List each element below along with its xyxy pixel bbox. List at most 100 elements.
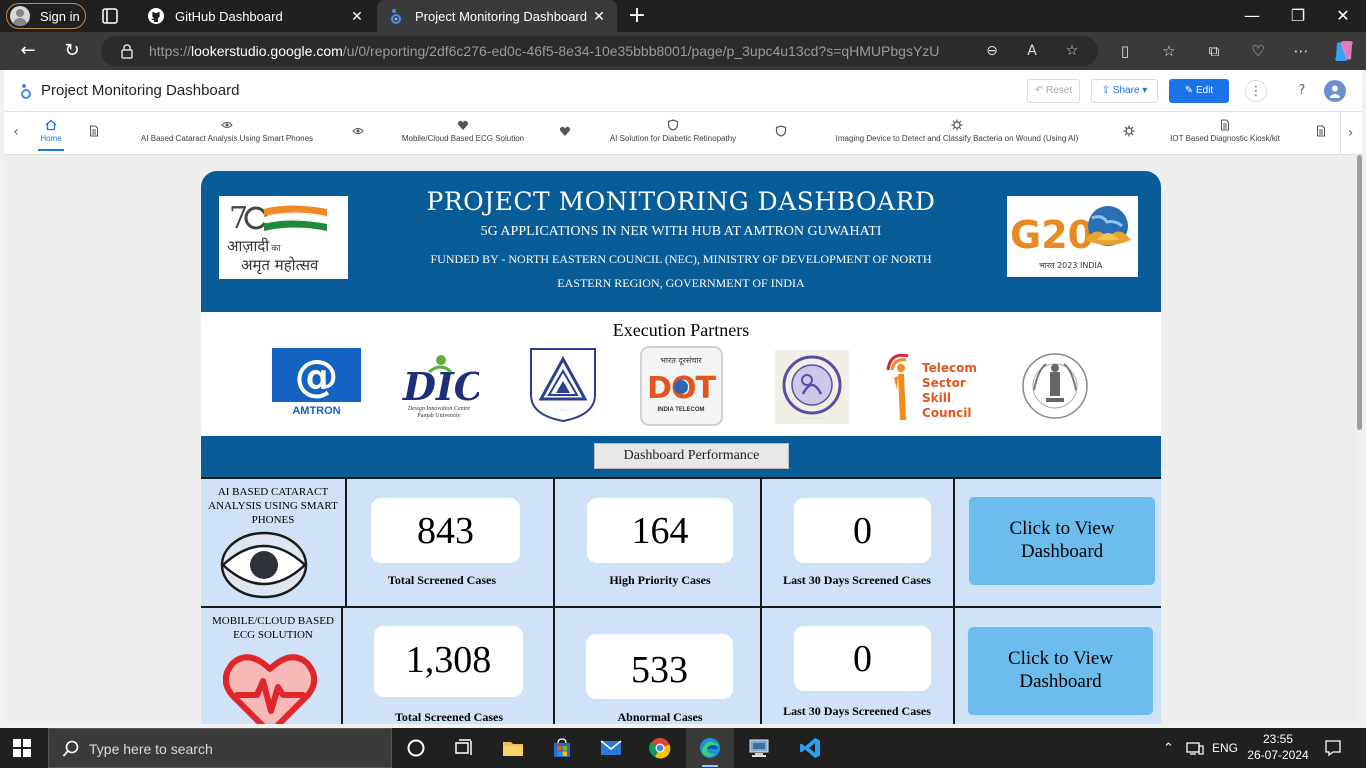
close-tab-icon[interactable]: ✕ bbox=[349, 8, 365, 24]
vscode-icon bbox=[800, 738, 820, 758]
svg-text:· · · · · · · · · · ·: · · · · · · · · · · · bbox=[800, 417, 823, 421]
g20-logo-graphic: G20 भारत 2023 INDIA bbox=[1010, 206, 1131, 270]
mail-button[interactable] bbox=[587, 728, 635, 768]
column-divider bbox=[953, 479, 955, 609]
shield-icon bbox=[667, 119, 679, 131]
scrollbar-thumb[interactable] bbox=[1357, 155, 1362, 430]
nav-prev-icon[interactable]: ‹ bbox=[8, 124, 24, 142]
file-explorer-button[interactable] bbox=[489, 728, 537, 768]
split-screen-icon[interactable]: ▯ bbox=[1116, 42, 1134, 60]
tab-project-monitoring-dashboard[interactable]: Project Monitoring Dashboard ✕ bbox=[377, 0, 617, 32]
report-page-nav: ‹ Home AI Based Cataract Analysis Using … bbox=[4, 112, 1362, 155]
document-icon bbox=[1317, 125, 1325, 137]
chrome-button[interactable] bbox=[636, 728, 684, 768]
column-divider bbox=[345, 479, 347, 609]
sign-in-button[interactable]: Sign in bbox=[6, 3, 86, 29]
metric-card-label: Abnormal Cases bbox=[617, 710, 703, 724]
mail-icon bbox=[600, 740, 622, 755]
report-scrollbar[interactable] bbox=[1357, 155, 1362, 724]
collections-icon[interactable]: ⧉ bbox=[1205, 42, 1223, 60]
svg-text:Panjab University: Panjab University bbox=[417, 413, 460, 419]
reset-button[interactable]: ↶ Reset bbox=[1027, 79, 1080, 103]
language-indicator[interactable]: ENG bbox=[1212, 741, 1238, 755]
remote-desktop-button[interactable] bbox=[735, 728, 783, 768]
svg-text:Skill: Skill bbox=[922, 391, 951, 405]
tab-title: GitHub Dashboard bbox=[175, 8, 283, 24]
project-name: AI BASED CATARACT ANALYSIS USING SMART P… bbox=[208, 486, 338, 526]
metric-card-value: 0 bbox=[794, 626, 931, 691]
browser-essentials-icon[interactable]: ♡ bbox=[1249, 42, 1267, 60]
microsoft-store-button[interactable] bbox=[538, 728, 586, 768]
profile-avatar-icon bbox=[10, 6, 30, 26]
looker-studio-icon bbox=[391, 9, 401, 24]
address-bar[interactable]: https://lookerstudio.google.com/u/0/repo… bbox=[101, 36, 1098, 66]
page-tab-cataract[interactable]: AI Based Cataract Analysis Using Smart P… bbox=[126, 119, 328, 151]
favorite-star-icon[interactable]: ☆ bbox=[1063, 42, 1081, 60]
help-icon[interactable]: ? bbox=[1291, 80, 1313, 102]
column-divider bbox=[760, 608, 762, 724]
heartbeat-icon bbox=[223, 654, 317, 724]
svg-text:AMTRON: AMTRON bbox=[292, 405, 340, 417]
tab-actions-icon[interactable] bbox=[101, 7, 119, 25]
clock-time: 23:55 bbox=[1262, 732, 1294, 746]
view-ecg-dashboard-button[interactable]: Click to View Dashboard bbox=[968, 627, 1153, 715]
alimco-logo: · · · · · · · · · · · bbox=[775, 350, 849, 424]
page-tab-bacteria-imaging[interactable]: Imaging Device to Detect and Classify Ba… bbox=[812, 119, 1102, 151]
account-avatar-icon[interactable] bbox=[1324, 80, 1346, 102]
new-tab-icon[interactable]: + bbox=[627, 5, 647, 27]
dashboard-performance-button[interactable]: Dashboard Performance bbox=[594, 443, 789, 469]
view-cataract-dashboard-button[interactable]: Click to View Dashboard bbox=[969, 497, 1155, 585]
more-options-icon[interactable]: ⋮ bbox=[1245, 80, 1267, 102]
column-divider bbox=[953, 608, 955, 724]
execution-partners: Execution Partners @ AMTRON DIC Design I… bbox=[201, 312, 1161, 436]
show-hidden-icons[interactable]: ⌃ bbox=[1163, 740, 1174, 756]
dot-india-telecom-logo: भारत दूरसंचार DOT INDIA TELECOM bbox=[640, 346, 723, 426]
system-clock[interactable]: 23:55 26-07-2024 bbox=[1246, 731, 1310, 763]
edge-button[interactable] bbox=[686, 728, 734, 768]
more-menu-icon[interactable]: ⋯ bbox=[1292, 42, 1310, 60]
svg-text:Sector: Sector bbox=[922, 376, 966, 390]
search-icon bbox=[62, 740, 79, 757]
notifications-icon[interactable] bbox=[1324, 739, 1342, 757]
task-view-button[interactable] bbox=[440, 728, 488, 768]
url-text: https://lookerstudio.google.com/u/0/repo… bbox=[149, 43, 940, 59]
looker-studio-icon bbox=[21, 84, 31, 99]
share-button[interactable]: ⇪ Share ▾ bbox=[1091, 79, 1158, 103]
github-icon bbox=[148, 8, 164, 24]
vscode-button[interactable] bbox=[786, 728, 834, 768]
page-tab-ecg[interactable]: Mobile/Cloud Based ECG Solution bbox=[390, 119, 536, 151]
restore-icon[interactable]: ❐ bbox=[1275, 0, 1321, 32]
taskbar-search-box[interactable]: Type here to search bbox=[48, 728, 392, 768]
page-tab-retinopathy[interactable]: AI Solution for Diabetic Retinopathy bbox=[596, 119, 750, 151]
dic-panjab-university-logo: DIC Design Innovation Centre Panjab Univ… bbox=[402, 355, 479, 419]
metric-card-value: 164 bbox=[587, 498, 733, 563]
favorites-icon[interactable]: ☆ bbox=[1160, 42, 1178, 60]
edge-icon bbox=[700, 738, 720, 758]
close-window-icon[interactable]: ✕ bbox=[1320, 0, 1366, 32]
minimize-icon[interactable]: — bbox=[1229, 0, 1275, 32]
network-icon[interactable] bbox=[1186, 740, 1204, 756]
zoom-out-icon[interactable]: ⊖ bbox=[983, 42, 1001, 60]
nav-next-icon[interactable]: › bbox=[1340, 112, 1360, 154]
amtron-logo: @ AMTRON bbox=[272, 348, 361, 418]
tab-github-dashboard[interactable]: GitHub Dashboard ✕ bbox=[137, 0, 375, 32]
page-tab-home[interactable]: Home bbox=[38, 119, 64, 151]
back-icon[interactable]: ← bbox=[16, 39, 40, 63]
gear-icon bbox=[951, 119, 963, 131]
svg-text:· · · · · · ·: · · · · · · · bbox=[555, 407, 572, 412]
metric-card-label: High Priority Cases bbox=[609, 573, 711, 587]
windows-start-icon[interactable] bbox=[13, 739, 31, 757]
sign-in-label: Sign in bbox=[40, 8, 80, 24]
copilot-icon[interactable] bbox=[1332, 40, 1356, 62]
page-tab-iot-kiosk[interactable]: IOT Based Diagnostic Kiosk/kit bbox=[1160, 119, 1290, 151]
cortana-button[interactable] bbox=[392, 728, 440, 768]
project-row-cataract: AI BASED CATARACT ANALYSIS USING SMART P… bbox=[201, 477, 1161, 609]
edit-button[interactable]: ✎ Edit bbox=[1169, 79, 1229, 103]
report-banner: 7 आज़ादी का अमृत महोत्सव PROJECT MONITORI… bbox=[201, 171, 1161, 312]
column-divider bbox=[553, 608, 555, 724]
refresh-icon[interactable]: ↻ bbox=[60, 39, 84, 63]
project-name: MOBILE/CLOUD BASED ECG SOLUTION bbox=[212, 615, 334, 641]
read-aloud-icon[interactable]: A bbox=[1023, 42, 1041, 60]
report-page: 7 आज़ादी का अमृत महोत्सव PROJECT MONITORI… bbox=[201, 171, 1161, 724]
close-tab-icon[interactable]: ✕ bbox=[591, 8, 607, 24]
